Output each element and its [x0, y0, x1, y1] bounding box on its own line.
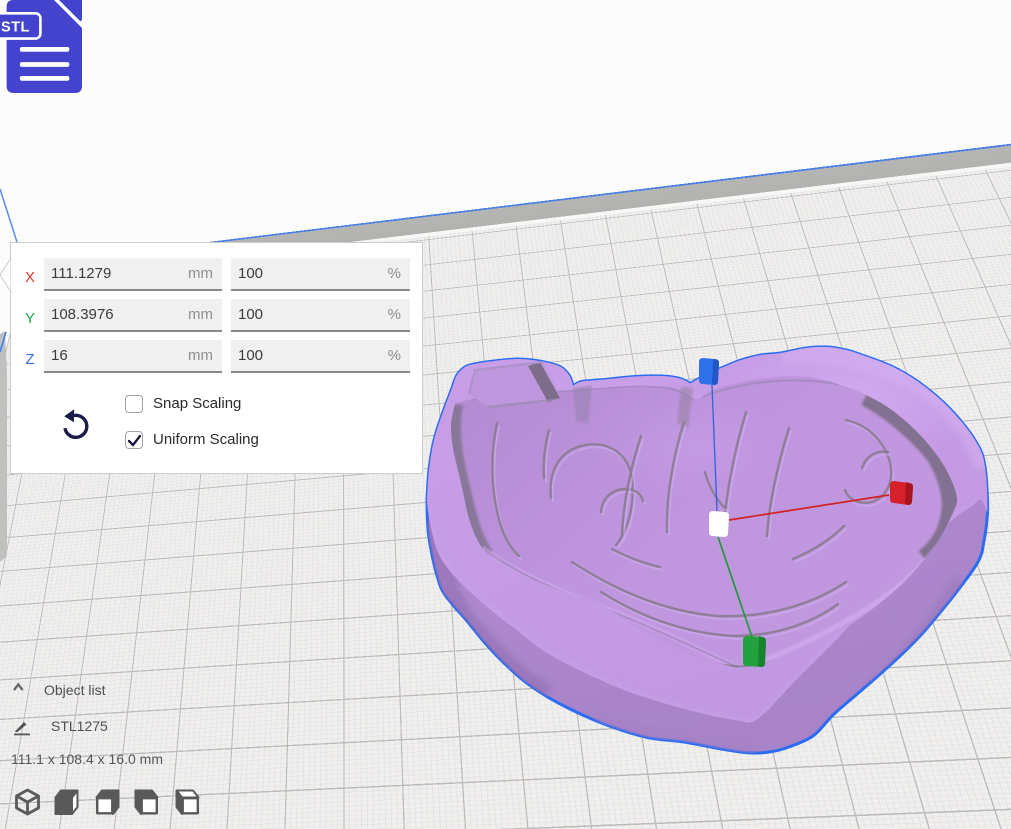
svg-text:STL: STL: [1, 20, 30, 36]
